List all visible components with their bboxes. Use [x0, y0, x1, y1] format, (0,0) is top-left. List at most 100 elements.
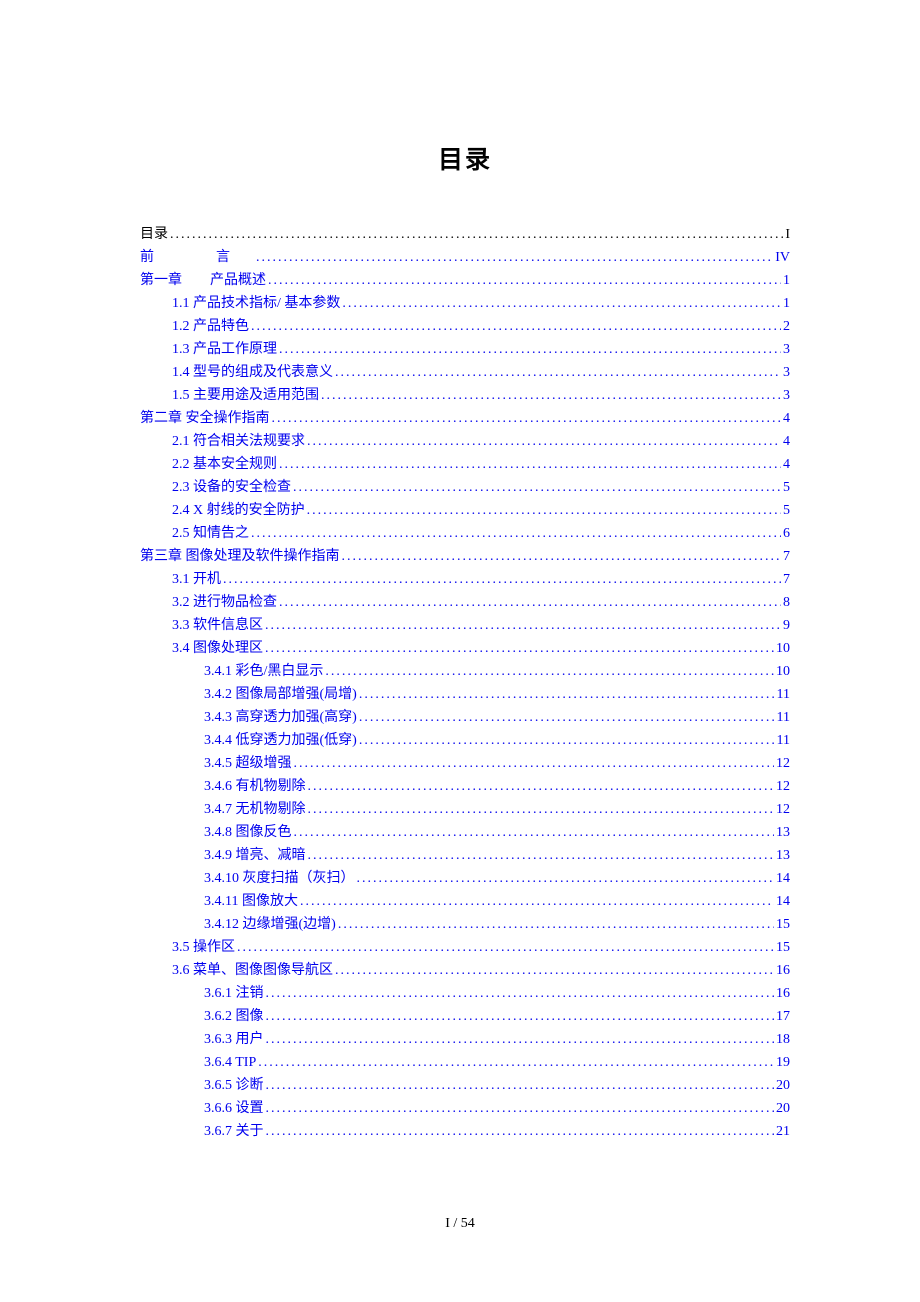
toc-dots	[294, 757, 775, 771]
toc-dots	[294, 826, 775, 840]
toc-page: 16	[776, 964, 790, 978]
toc-entry[interactable]: 2.2 基本安全规则4	[140, 458, 790, 472]
toc-label: 2.5 知情告之	[172, 527, 249, 541]
toc-entry[interactable]: 1.5 主要用途及适用范围 3	[140, 389, 790, 403]
toc-page: 12	[776, 757, 790, 771]
toc-entry[interactable]: 第三章 图像处理及软件操作指南 7	[140, 550, 790, 564]
toc-label: 3.6.2 图像	[204, 1010, 264, 1024]
toc-label: 2.4 X 射线的安全防护	[172, 504, 305, 518]
toc-label: 第二章 安全操作指南	[140, 412, 270, 426]
toc-entry[interactable]: 3.4.6 有机物剔除12	[140, 780, 790, 794]
toc-dots	[325, 665, 774, 679]
toc-entry[interactable]: 2.1 符合相关法规要求4	[140, 435, 790, 449]
toc-entry[interactable]: 3.2 进行物品检查8	[140, 596, 790, 610]
toc-dots	[170, 228, 783, 242]
toc-entry[interactable]: 3.4.7 无机物剔除 12	[140, 803, 790, 817]
toc-page: 12	[776, 780, 790, 794]
toc-page: 4	[783, 458, 790, 472]
toc-entry[interactable]: 1.2 产品特色2	[140, 320, 790, 334]
toc-dots	[342, 297, 781, 311]
toc-label: 3.6.3 用户	[204, 1033, 264, 1047]
toc-label: 3.4.10 灰度扫描（灰扫）	[204, 872, 355, 886]
toc-page: 12	[776, 803, 790, 817]
toc-label: 3.3 软件信息区	[172, 619, 263, 633]
toc-page: 8	[783, 596, 790, 610]
toc-entry[interactable]: 第二章 安全操作指南4	[140, 412, 790, 426]
toc-label: 前 言	[140, 251, 254, 265]
toc-dots	[265, 619, 781, 633]
toc-entry[interactable]: 2.3 设备的安全检查5	[140, 481, 790, 495]
toc-entry[interactable]: 3.6.4 TIP 19	[140, 1056, 790, 1070]
toc-page: 11	[777, 734, 790, 748]
toc-page: 3	[783, 343, 790, 357]
toc-dots	[338, 918, 774, 932]
toc-page: 10	[776, 665, 790, 679]
toc-entry[interactable]: 3.4.11 图像放大14	[140, 895, 790, 909]
toc-entry[interactable]: 1.1 产品技术指标/ 基本参数1	[140, 297, 790, 311]
toc-entry[interactable]: 3.4.2 图像局部增强(局增)11	[140, 688, 790, 702]
toc-entry[interactable]: 3.6.1 注销16	[140, 987, 790, 1001]
toc-label: 3.4.4 低穿透力加强(低穿)	[204, 734, 357, 748]
toc-label: 1.2 产品特色	[172, 320, 249, 334]
toc-entry[interactable]: 3.4.8 图像反色13	[140, 826, 790, 840]
toc-label: 1.5 主要用途及适用范围	[172, 389, 319, 403]
toc-entry: 目录I	[140, 228, 790, 242]
toc-page: 7	[783, 573, 790, 587]
toc-label: 第一章 产品概述	[140, 274, 266, 288]
toc-entry[interactable]: 1.4 型号的组成及代表意义3	[140, 366, 790, 380]
toc-entry[interactable]: 3.4.5 超级增强12	[140, 757, 790, 771]
toc-label: 3.6.6 设置	[204, 1102, 264, 1116]
toc-label: 3.4.9 增亮、减暗	[204, 849, 306, 863]
toc-entry[interactable]: 3.5 操作区15	[140, 941, 790, 955]
toc-entry[interactable]: 3.4 图像处理区10	[140, 642, 790, 656]
toc-dots	[223, 573, 781, 587]
page-footer: I / 54	[0, 1216, 920, 1232]
toc-page: 19	[776, 1056, 790, 1070]
toc-label: 3.4.7 无机物剔除	[204, 803, 306, 817]
toc-entry[interactable]: 3.4.10 灰度扫描（灰扫） 14	[140, 872, 790, 886]
toc-entry[interactable]: 3.6.2 图像17	[140, 1010, 790, 1024]
toc-entry[interactable]: 前 言IV	[140, 251, 790, 265]
toc-entry[interactable]: 1.3 产品工作原理3	[140, 343, 790, 357]
toc-entry[interactable]: 3.6.3 用户18	[140, 1033, 790, 1047]
toc-entry[interactable]: 3.4.4 低穿透力加强(低穿) 11	[140, 734, 790, 748]
toc-entry[interactable]: 3.4.3 高穿透力加强(高穿)11	[140, 711, 790, 725]
toc-entry[interactable]: 3.6.5 诊断20	[140, 1079, 790, 1093]
toc-entry[interactable]: 第一章 产品概述1	[140, 274, 790, 288]
toc-dots	[256, 251, 773, 265]
toc-entry[interactable]: 3.6 菜单、图像图像导航区16	[140, 964, 790, 978]
toc-page: 3	[783, 389, 790, 403]
toc-label: 目录	[140, 228, 168, 242]
toc-entry[interactable]: 3.4.9 增亮、减暗13	[140, 849, 790, 863]
toc-label: 3.4.3 高穿透力加强(高穿)	[204, 711, 357, 725]
toc-dots	[300, 895, 774, 909]
toc-page: 7	[783, 550, 790, 564]
toc-entry[interactable]: 3.6.7 关于 21	[140, 1125, 790, 1139]
toc-dots	[279, 596, 781, 610]
toc-label: 3.4.11 图像放大	[204, 895, 298, 909]
toc-entry[interactable]: 3.3 软件信息区9	[140, 619, 790, 633]
toc-label: 3.6.4 TIP	[204, 1056, 256, 1070]
toc-page: 15	[776, 918, 790, 932]
toc-entry[interactable]: 2.4 X 射线的安全防护5	[140, 504, 790, 518]
toc-entry[interactable]: 3.4.12 边缘增强(边增)15	[140, 918, 790, 932]
toc-label: 第三章 图像处理及软件操作指南	[140, 550, 340, 564]
toc-entry[interactable]: 3.1 开机 7	[140, 573, 790, 587]
toc-dots	[266, 1102, 775, 1116]
toc-label: 3.4.8 图像反色	[204, 826, 292, 840]
toc-label: 3.6.7 关于	[204, 1125, 264, 1139]
toc-entry[interactable]: 3.6.6 设置20	[140, 1102, 790, 1116]
toc-entry[interactable]: 3.4.1 彩色/黑白显示10	[140, 665, 790, 679]
toc-dots	[258, 1056, 774, 1070]
toc-dots	[272, 412, 782, 426]
toc-dots	[279, 458, 781, 472]
toc-dots	[251, 320, 781, 334]
toc-label: 3.1 开机	[172, 573, 221, 587]
toc-label: 3.4.2 图像局部增强(局增)	[204, 688, 357, 702]
toc-label: 3.4 图像处理区	[172, 642, 263, 656]
toc-page: 21	[776, 1125, 790, 1139]
toc-entry[interactable]: 2.5 知情告之6	[140, 527, 790, 541]
toc-page: 14	[776, 872, 790, 886]
toc-dots	[321, 389, 781, 403]
toc-dots	[266, 987, 775, 1001]
